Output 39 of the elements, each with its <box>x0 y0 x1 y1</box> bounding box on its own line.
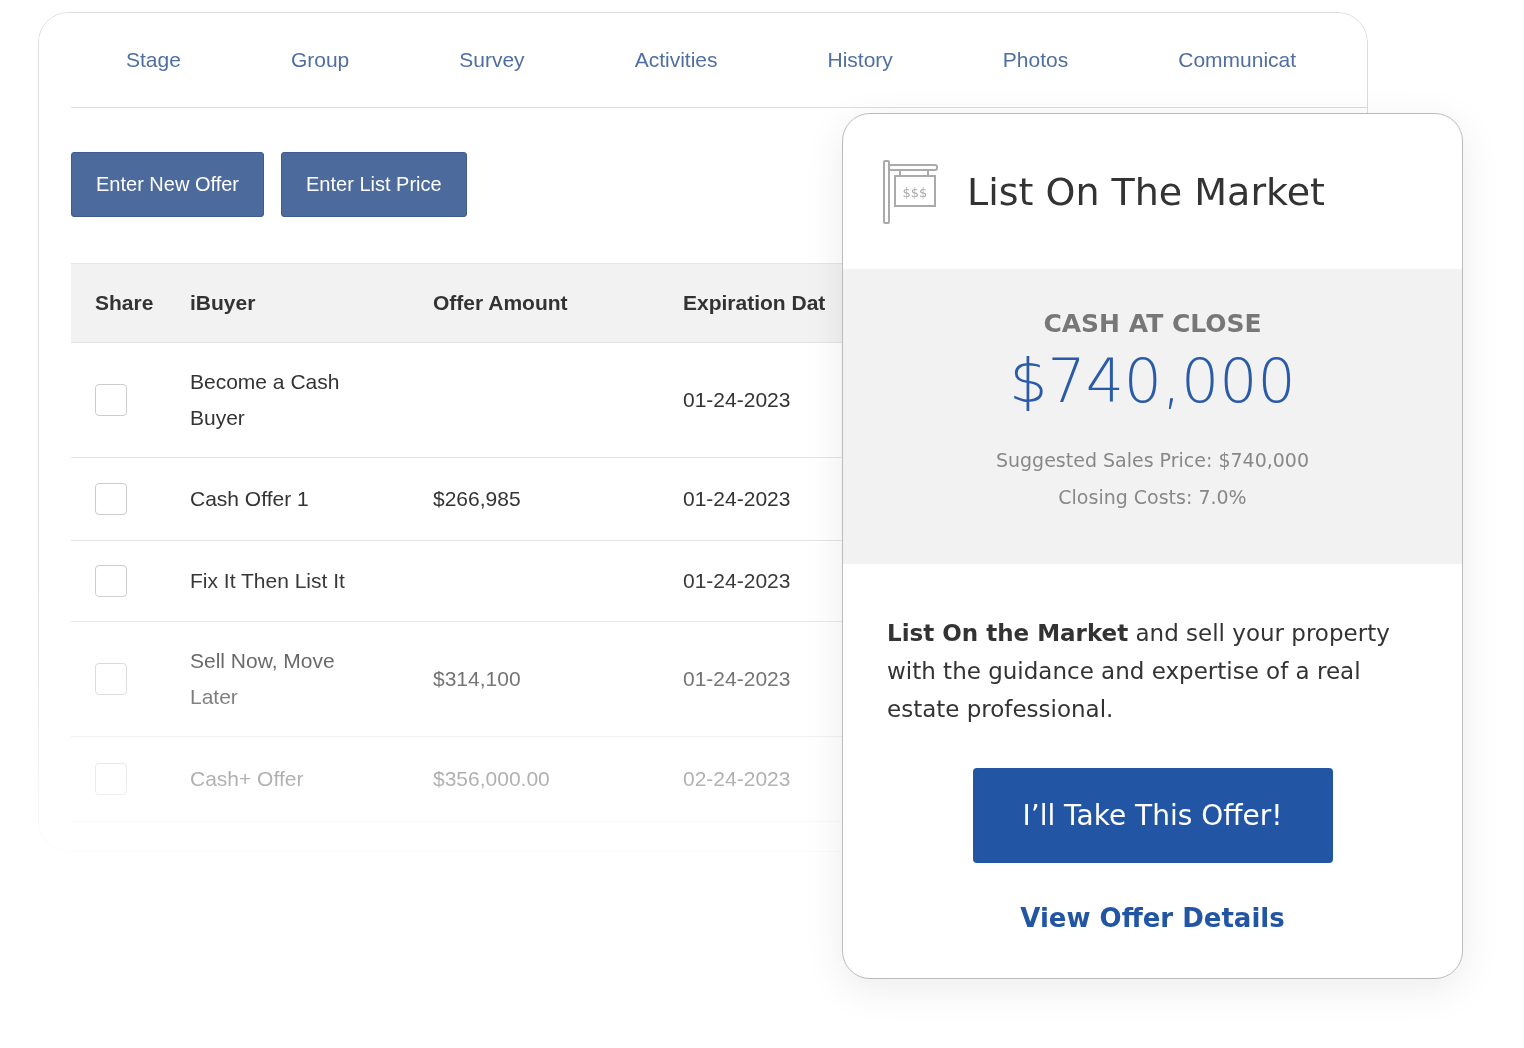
share-checkbox[interactable] <box>95 663 127 695</box>
share-checkbox[interactable] <box>95 483 127 515</box>
cash-label: CASH AT CLOSE <box>1043 309 1262 338</box>
description-text: List On the Market and sell your property with the guidance and expertise of a real estate professional. <box>887 619 1391 724</box>
table-cell-text: 01-24-2023 <box>683 666 791 692</box>
tab[interactable]: History <box>772 48 948 72</box>
action-button[interactable]: Enter List Price <box>281 152 467 217</box>
table-cell-text: $356,000.00 <box>433 766 550 792</box>
table-cell-text: Fix It Then List It <box>190 568 345 594</box>
detail-text: Closing Costs: 7.0% <box>1058 485 1247 510</box>
tab[interactable]: Stage <box>71 48 236 72</box>
detail-text: Suggested Sales Price: $740,000 <box>995 448 1310 473</box>
sign-text: $$$ <box>902 184 928 200</box>
table-cell-text: 01-24-2023 <box>683 387 791 413</box>
tab[interactable]: Group <box>235 48 405 72</box>
card-title: List On The Market <box>967 169 1325 214</box>
tab[interactable]: Photos <box>947 48 1124 72</box>
table-cell-text: $314,100 <box>433 666 521 692</box>
tab[interactable]: Survey <box>404 48 580 72</box>
view-details-link[interactable]: View Offer Details <box>1020 903 1285 933</box>
tab[interactable]: Activities <box>579 48 773 72</box>
cash-amount: $740,000 <box>1009 346 1296 416</box>
table-cell-text: Become a Cash Buyer <box>190 369 341 431</box>
table-cell-text: 01-24-2023 <box>683 568 791 594</box>
column-header: iBuyer <box>189 291 257 315</box>
table-cell-text: Sell Now, Move Later <box>190 648 336 710</box>
table-cell-text: Cash+ Offer <box>190 766 304 792</box>
table-cell-text: 01-24-2023 <box>683 486 791 512</box>
column-header: Share <box>94 291 155 315</box>
table-cell-text: $266,985 <box>433 486 521 512</box>
share-checkbox[interactable] <box>95 565 127 597</box>
take-offer-button[interactable]: I’ll Take This Offer! <box>972 768 1333 863</box>
tab[interactable]: Communicat <box>1123 48 1352 72</box>
table-cell-text: Cash Offer 1 <box>190 486 309 512</box>
action-button[interactable]: Enter New Offer <box>71 152 265 217</box>
share-checkbox[interactable] <box>95 384 127 416</box>
table-cell-text: 02-24-2023 <box>683 766 791 792</box>
column-header: Expiration Dat <box>682 291 827 315</box>
column-header: Offer Amount <box>432 291 569 315</box>
